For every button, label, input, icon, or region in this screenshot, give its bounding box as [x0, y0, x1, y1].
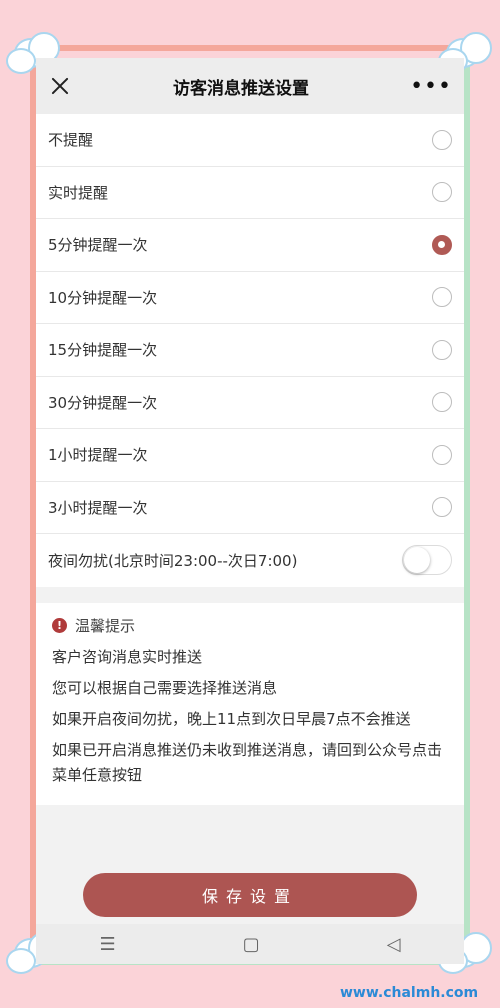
reminder-options-list: 不提醒 实时提醒 5分钟提醒一次 10分钟提醒一次 15分钟提醒一次 30分钟提… — [36, 114, 464, 587]
option-label: 15分钟提醒一次 — [48, 341, 158, 360]
option-label: 1小时提醒一次 — [48, 446, 148, 465]
radio-button[interactable] — [432, 392, 452, 413]
option-15min[interactable]: 15分钟提醒一次 — [36, 324, 464, 377]
radio-button[interactable] — [432, 339, 452, 360]
option-label: 10分钟提醒一次 — [48, 288, 158, 307]
frame-top-border — [30, 45, 470, 51]
option-5min[interactable]: 5分钟提醒一次 — [36, 219, 464, 272]
save-settings-button[interactable]: 保存设置 — [83, 873, 417, 917]
option-1hour[interactable]: 1小时提醒一次 — [36, 429, 464, 482]
more-icon[interactable]: ••• — [410, 74, 452, 99]
option-10min[interactable]: 10分钟提醒一次 — [36, 272, 464, 324]
tips-title: 温馨提示 — [75, 616, 136, 635]
radio-button[interactable] — [432, 497, 452, 518]
tip-line: 您可以根据自己需要选择推送消息 — [52, 678, 278, 697]
back-icon[interactable]: ◁ — [387, 934, 401, 955]
option-label: 5分钟提醒一次 — [48, 236, 148, 255]
option-30min[interactable]: 30分钟提醒一次 — [36, 377, 464, 429]
title-bar: 访客消息推送设置 ••• — [36, 58, 464, 114]
tip-line: 客户咨询消息实时推送 — [52, 647, 203, 666]
watermark-text: www.chalmh.com — [340, 985, 479, 1001]
tips-header: ! 温馨提示 — [52, 615, 448, 636]
radio-button[interactable] — [432, 444, 452, 465]
option-3hour[interactable]: 3小时提醒一次 — [36, 482, 464, 534]
close-icon[interactable] — [48, 74, 72, 98]
phone-screen: 访客消息推送设置 ••• 不提醒 实时提醒 5分钟提醒一次 10分钟提醒一次 1… — [36, 58, 464, 964]
night-mode-toggle[interactable] — [402, 545, 452, 576]
radio-button[interactable] — [432, 129, 452, 150]
menu-icon[interactable]: ☰ — [100, 934, 116, 955]
warning-icon: ! — [52, 617, 67, 633]
toggle-knob — [404, 547, 430, 574]
radio-button[interactable] — [432, 234, 452, 255]
tip-line: 如果开启夜间勿扰，晚上11点到次日早晨7点不会推送 — [52, 709, 411, 728]
night-mode-label: 夜间勿扰(北京时间23:00--次日7:00) — [48, 551, 298, 570]
home-icon[interactable]: ▢ — [243, 934, 260, 955]
option-label: 不提醒 — [48, 131, 94, 150]
frame-right-border — [464, 45, 470, 965]
night-mode-row: 夜间勿扰(北京时间23:00--次日7:00) — [36, 534, 464, 587]
option-label: 30分钟提醒一次 — [48, 393, 158, 412]
page-title: 访客消息推送设置 — [173, 78, 310, 99]
radio-button[interactable] — [432, 287, 452, 308]
system-nav-bar: ☰ ▢ ◁ — [36, 924, 464, 964]
radio-button[interactable] — [432, 182, 452, 203]
option-realtime[interactable]: 实时提醒 — [36, 167, 464, 219]
tip-line: 如果已开启消息推送仍未收到推送消息，请回到公众号点击菜单任意按钮 — [52, 740, 443, 784]
option-label: 3小时提醒一次 — [48, 498, 148, 517]
option-no-reminder[interactable]: 不提醒 — [36, 114, 464, 167]
tips-panel: ! 温馨提示 客户咨询消息实时推送 您可以根据自己需要选择推送消息 如果开启夜间… — [36, 602, 464, 805]
option-label: 实时提醒 — [48, 183, 109, 202]
